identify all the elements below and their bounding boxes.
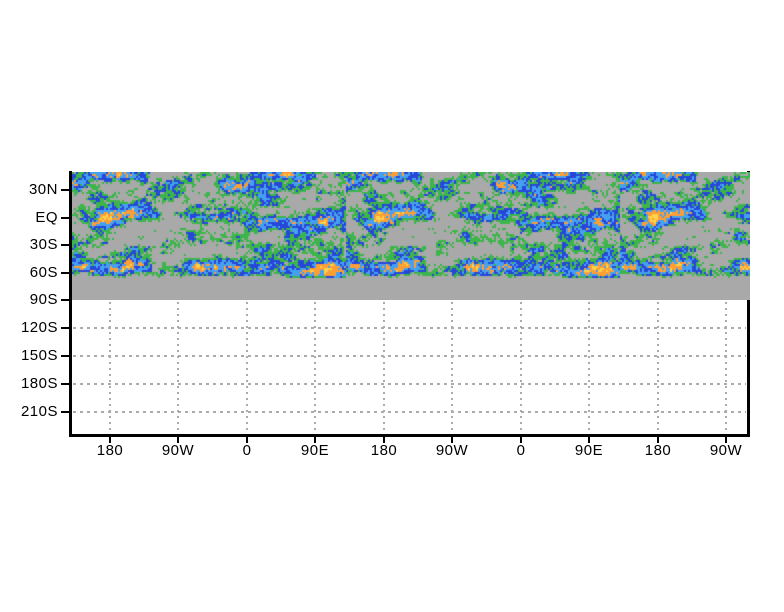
x-axis-tick-label: 90E xyxy=(300,442,330,459)
y-axis-line xyxy=(69,171,72,437)
y-axis-tick xyxy=(61,383,69,385)
y-axis-tick-label: 120S xyxy=(20,319,58,336)
vertical-gridline xyxy=(109,302,111,433)
vertical-gridline xyxy=(383,302,385,433)
x-axis-tick-label: 90W xyxy=(161,442,195,459)
x-axis-tick-label: 180 xyxy=(370,442,398,459)
y-axis-tick-label: 90S xyxy=(29,291,58,308)
y-axis-tick-label: 210S xyxy=(20,403,58,420)
vertical-gridline xyxy=(725,302,727,433)
x-axis-tick-label: 0 xyxy=(242,442,252,459)
horizontal-gridline xyxy=(73,383,746,385)
vertical-gridline xyxy=(177,302,179,433)
x-axis-tick-label: 90W xyxy=(709,442,743,459)
y-axis-tick xyxy=(61,217,69,219)
vertical-gridline xyxy=(451,302,453,433)
x-axis-tick-label: 90W xyxy=(435,442,469,459)
y-axis-tick-label: 180S xyxy=(20,375,58,392)
figure-page: 30N EQ 30S 60S 90S 120S 150S 180S 210S 180 90W 0 90E… xyxy=(0,0,784,612)
plot-area: 30N EQ 30S 60S 90S 120S 150S 180S 210S 180 90W 0 90E… xyxy=(0,0,784,612)
y-axis-tick xyxy=(61,327,69,329)
y-axis-tick-label: 30S xyxy=(29,236,58,253)
horizontal-gridline xyxy=(73,411,746,413)
x-axis-tick-label: 90E xyxy=(574,442,604,459)
y-axis-tick xyxy=(61,189,69,191)
x-axis-line xyxy=(69,434,750,437)
y-axis-tick-label: 30N xyxy=(28,181,58,198)
heatmap-field-canvas xyxy=(72,172,750,300)
vertical-gridline xyxy=(314,302,316,433)
x-axis-tick-label: 180 xyxy=(644,442,672,459)
vertical-gridline xyxy=(520,302,522,433)
horizontal-gridline xyxy=(73,355,746,357)
horizontal-gridline xyxy=(73,327,746,329)
x-axis-tick-label: 180 xyxy=(96,442,124,459)
x-axis-tick-label: 0 xyxy=(516,442,526,459)
y-axis-tick-label: 150S xyxy=(20,347,58,364)
vertical-gridline xyxy=(588,302,590,433)
y-axis-tick xyxy=(61,244,69,246)
y-axis-tick-label: EQ xyxy=(35,209,58,226)
y-axis-tick xyxy=(61,411,69,413)
y-axis-tick xyxy=(61,299,69,301)
y-axis-tick xyxy=(61,355,69,357)
y-axis-tick xyxy=(61,272,69,274)
y-axis-tick-label: 60S xyxy=(29,264,58,281)
vertical-gridline xyxy=(657,302,659,433)
vertical-gridline xyxy=(246,302,248,433)
